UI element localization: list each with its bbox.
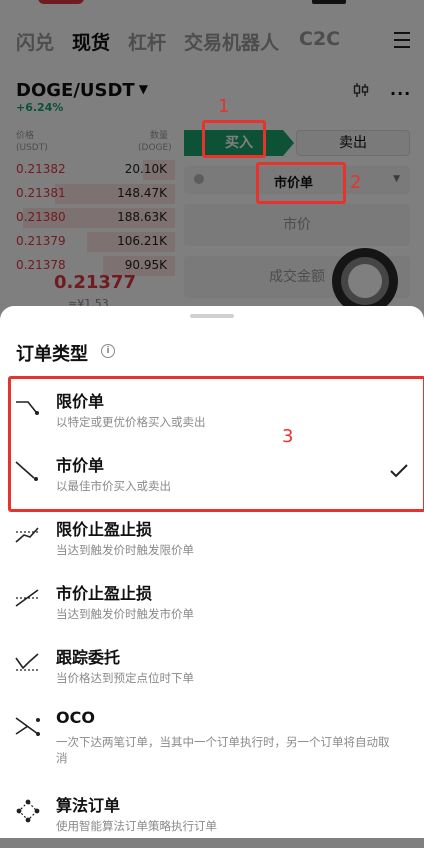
annotation-number-2: 2 xyxy=(350,172,362,193)
info-icon[interactable]: i xyxy=(101,344,115,358)
annotation-number-1: 1 xyxy=(218,96,230,117)
annotation-box-1 xyxy=(202,120,266,158)
option-name: 跟踪委托 xyxy=(56,648,121,667)
option-description: 当达到触发价时触发限价单 xyxy=(56,543,194,557)
option-name: 市价止盈止损 xyxy=(56,584,153,603)
oco-icon xyxy=(15,717,40,736)
order-type-option[interactable]: 市价止盈止损当达到触发价时触发市价单 xyxy=(0,580,424,636)
sheet-title: 订单类型 xyxy=(16,344,88,365)
annotation-box-2 xyxy=(256,162,346,204)
order-type-option[interactable]: 算法订单使用智能算法订单策略执行订单 xyxy=(0,792,424,848)
order-type-option[interactable]: 跟踪委托当价格达到预定点位时下单 xyxy=(0,644,424,700)
trailing-order-icon xyxy=(15,653,40,671)
sheet-drag-handle[interactable] xyxy=(190,314,234,318)
annotation-box-3 xyxy=(8,376,424,512)
option-description: 当价格达到预定点位时下单 xyxy=(56,671,194,685)
option-name: 算法订单 xyxy=(56,796,121,815)
option-name: OCO xyxy=(56,708,95,727)
option-description: 一次下达两笔订单，当其中一个订单执行时，另一个订单将自动取消 xyxy=(56,735,390,765)
option-description: 使用智能算法订单策略执行订单 xyxy=(56,819,217,833)
option-description: 当达到触发价时触发市价单 xyxy=(56,607,194,621)
order-type-option[interactable]: OCO 一次下达两笔订单，当其中一个订单执行时，另一个订单将自动取消 xyxy=(0,708,424,765)
option-name: 限价止盈止损 xyxy=(56,520,153,539)
annotation-number-3: 3 xyxy=(282,426,294,447)
limit-tpsl-icon xyxy=(15,527,40,543)
market-tpsl-icon xyxy=(15,589,40,607)
order-type-option[interactable]: 限价止盈止损当达到触发价时触发限价单 xyxy=(0,516,424,572)
algo-order-icon xyxy=(16,799,40,823)
